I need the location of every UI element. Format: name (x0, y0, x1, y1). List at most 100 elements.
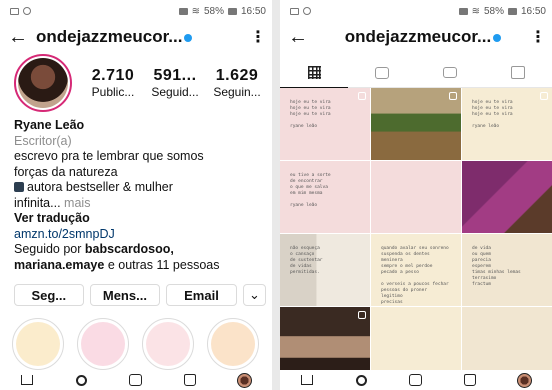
bio-line: forças da natureza (14, 164, 118, 179)
reels-icon (375, 66, 389, 79)
verified-icon (493, 33, 502, 42)
whatsapp-icon (23, 7, 31, 15)
more-options-icon[interactable]: ⋮ (250, 27, 266, 47)
more-options-icon[interactable]: ⋮ (530, 27, 546, 47)
avatar[interactable] (14, 54, 72, 112)
post-thumbnail[interactable]: eu tive a sorte de encontrar o que me sa… (280, 161, 370, 233)
bio-line: infinita... mais (14, 195, 91, 210)
more-link[interactable]: mais (64, 196, 90, 210)
grid-icon (307, 65, 321, 79)
clock: 16:50 (520, 5, 546, 17)
suggestions-chevron-icon[interactable]: ⌄ (242, 284, 267, 306)
tab-tagged[interactable] (484, 58, 552, 88)
profile-header: ← ondejazzmeucor... ⋮ (280, 22, 552, 52)
home-icon[interactable] (299, 373, 315, 387)
post-thumbnail[interactable] (462, 161, 552, 233)
profile-bio: Ryane Leão Escritor(a) escrevo pra te le… (0, 110, 272, 273)
battery-icon (227, 7, 237, 15)
highlight[interactable] (207, 318, 259, 370)
signal-icon: ≋ (191, 5, 200, 17)
tab-igtv[interactable] (416, 58, 484, 88)
book-emoji-icon (14, 182, 24, 192)
tab-reels[interactable] (348, 58, 416, 88)
display-name: Ryane Leão (14, 118, 85, 132)
post-thumbnail[interactable] (371, 307, 461, 379)
followed-by[interactable]: Seguido por babscardosoo, (14, 242, 258, 258)
back-arrow-icon[interactable]: ← (288, 27, 316, 47)
website-link[interactable]: amzn.to/2smnpDJ (14, 227, 258, 243)
bio-line: escrevo pra te lembrar que somos (14, 149, 204, 163)
verified-icon (184, 33, 193, 42)
post-text: eu tive a sorte de encontrar o que me sa… (290, 173, 331, 208)
tagged-icon (511, 66, 525, 79)
whatsapp-icon (303, 7, 311, 15)
bottom-nav (0, 370, 272, 390)
shop-icon[interactable] (182, 373, 198, 387)
reels-icon[interactable] (128, 373, 144, 387)
post-thumbnail[interactable]: não esqueça o cansaço de sustentar de vi… (280, 234, 370, 306)
tab-grid[interactable] (280, 58, 348, 88)
highlight[interactable] (142, 318, 194, 370)
translate-link[interactable]: Ver tradução (14, 211, 258, 227)
bottom-nav (280, 370, 552, 390)
post-thumbnail[interactable]: hoje eu te vira hoje eu te vira hoje eu … (280, 88, 370, 160)
message-button[interactable]: Mens... (89, 284, 161, 306)
alarm-icon (458, 7, 468, 15)
story-highlights (0, 306, 272, 370)
mail-icon (290, 7, 299, 15)
clock: 16:50 (240, 5, 266, 17)
followed-by-cont[interactable]: mariana.emaye e outras 11 pessoas (14, 258, 258, 274)
following-button[interactable]: Seg... (14, 284, 84, 306)
alarm-icon (178, 7, 188, 15)
profile-actions: Seg... Mens... Email ⌄ (0, 273, 272, 306)
profile-stats: 2.710 Public... 591... Seguid... 1.629 S… (82, 67, 268, 99)
back-arrow-icon[interactable]: ← (8, 27, 36, 47)
battery-icon (507, 7, 517, 15)
igtv-icon (443, 67, 457, 78)
shop-icon[interactable] (462, 373, 478, 387)
home-icon[interactable] (19, 373, 35, 387)
carousel-icon (449, 92, 457, 100)
post-text: de vida ou quem parecia esperem timas mi… (472, 246, 521, 287)
profile-icon[interactable] (237, 372, 253, 388)
post-thumbnail[interactable]: de vida ou quem parecia esperem timas mi… (462, 234, 552, 306)
post-grid: hoje eu te vira hoje eu te vira hoje eu … (280, 88, 552, 379)
post-text: quando avalar seu sonreno suspenda os de… (381, 246, 449, 305)
post-thumbnail[interactable] (462, 307, 552, 379)
email-button[interactable]: Email (166, 284, 237, 306)
search-icon[interactable] (74, 373, 90, 387)
post-thumbnail[interactable]: hoje eu te vira hoje eu te vira hoje eu … (462, 88, 552, 160)
post-thumbnail[interactable] (371, 161, 461, 233)
following-count[interactable]: 1.629 Seguin... (206, 67, 268, 99)
search-icon[interactable] (354, 373, 370, 387)
username: ondejazzmeucor... (36, 27, 250, 47)
status-bar: ≋ 58% 16:50 (280, 0, 552, 22)
carousel-icon (358, 311, 366, 319)
category: Escritor(a) (14, 133, 72, 148)
status-bar: ≋ 58% 16:50 (0, 0, 272, 22)
post-text: não esqueça o cansaço de sustentar de vi… (290, 246, 323, 275)
post-thumbnail[interactable] (280, 307, 370, 379)
battery-level: 58% (203, 5, 224, 17)
profile-summary: 2.710 Public... 591... Seguid... 1.629 S… (0, 52, 272, 112)
post-thumbnail[interactable]: quando avalar seu sonreno suspenda os de… (371, 234, 461, 306)
post-text: hoje eu te vira hoje eu te vira hoje eu … (472, 100, 513, 129)
profile-screen: ≋ 58% 16:50 ← ondejazzmeucor... ⋮ 2.710 … (0, 0, 272, 390)
profile-tabs (280, 58, 552, 88)
followers-count[interactable]: 591... Seguid... (144, 67, 206, 99)
mail-icon (10, 7, 19, 15)
battery-level: 58% (483, 5, 504, 17)
post-thumbnail[interactable] (371, 88, 461, 160)
reels-icon[interactable] (408, 373, 424, 387)
highlight[interactable] (77, 318, 129, 370)
profile-icon[interactable] (517, 372, 533, 388)
bio-line: autora bestseller & mulher (14, 180, 258, 196)
highlight[interactable] (12, 318, 64, 370)
carousel-icon (358, 92, 366, 100)
post-text: hoje eu te vira hoje eu te vira hoje eu … (290, 100, 331, 129)
posts-count[interactable]: 2.710 Public... (82, 67, 144, 99)
carousel-icon (540, 92, 548, 100)
username: ondejazzmeucor... (316, 27, 530, 47)
signal-icon: ≋ (471, 5, 480, 17)
profile-grid-screen: ≋ 58% 16:50 ← ondejazzmeucor... ⋮ hoje e… (280, 0, 552, 390)
